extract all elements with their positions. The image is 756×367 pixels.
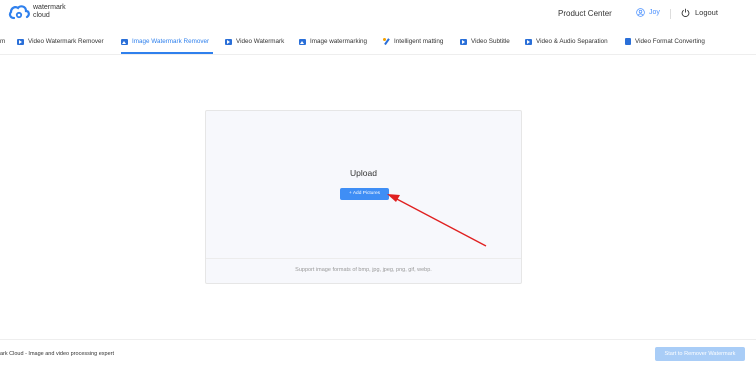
red-arrow-annotation (387, 194, 487, 247)
footer-tagline: ark Cloud - Image and video processing e… (0, 351, 115, 357)
footer-divider (0, 339, 756, 340)
start-remove-watermark-button[interactable]: Start to Remover Watermark (655, 347, 745, 361)
